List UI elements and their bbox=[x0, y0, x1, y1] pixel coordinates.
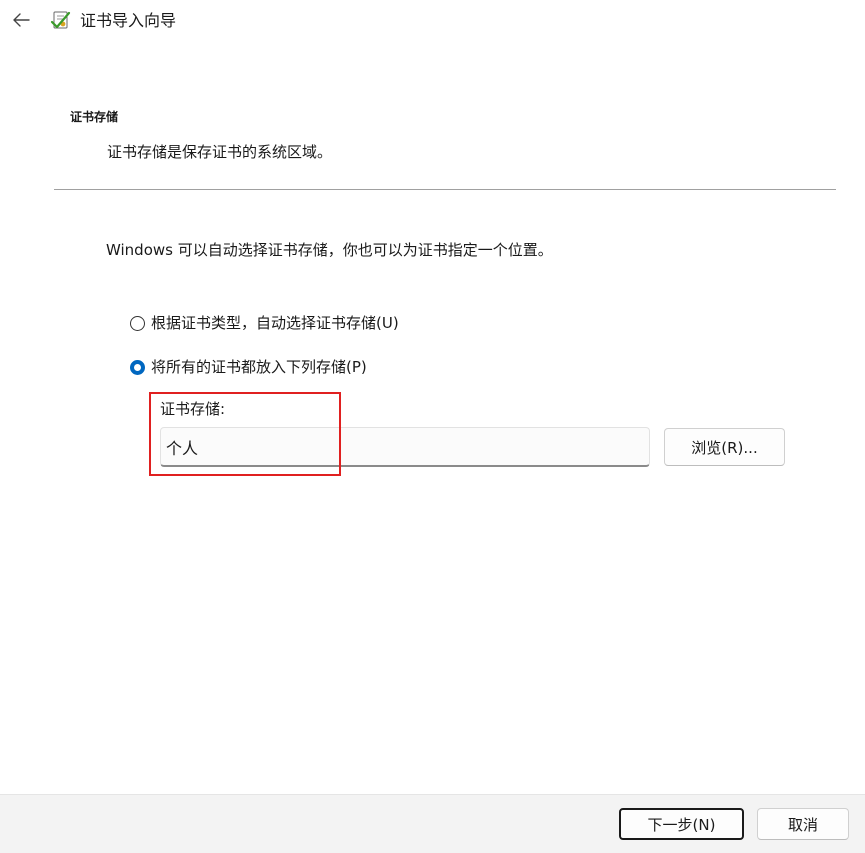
auto-select-label: 根据证书类型，自动选择证书存储(U) bbox=[151, 314, 399, 332]
next-button[interactable]: 下一步(N) bbox=[619, 808, 744, 840]
place-all-label: 将所有的证书都放入下列存储(P) bbox=[151, 358, 367, 376]
certificate-store-label: 证书存储: bbox=[160, 400, 226, 418]
instruction-text: Windows 可以自动选择证书存储，你也可以为证书指定一个位置。 bbox=[106, 241, 553, 259]
certificate-wizard-icon bbox=[50, 9, 72, 31]
section-title: 证书存储 bbox=[70, 110, 119, 124]
place-all-in-store-option[interactable]: 将所有的证书都放入下列存储(P) bbox=[130, 357, 367, 377]
auto-select-radio[interactable] bbox=[130, 315, 145, 331]
window-title: 证书导入向导 bbox=[80, 11, 177, 30]
browse-button[interactable]: 浏览(R)... bbox=[664, 428, 785, 466]
header-divider bbox=[54, 189, 836, 190]
cancel-button[interactable]: 取消 bbox=[757, 808, 849, 840]
place-all-radio[interactable] bbox=[130, 359, 145, 375]
arrow-left-icon bbox=[13, 13, 30, 27]
certificate-store-field[interactable] bbox=[160, 427, 650, 467]
auto-select-store-option[interactable]: 根据证书类型，自动选择证书存储(U) bbox=[130, 313, 399, 333]
back-button[interactable] bbox=[6, 6, 36, 34]
section-description: 证书存储是保存证书的系统区域。 bbox=[107, 143, 333, 161]
